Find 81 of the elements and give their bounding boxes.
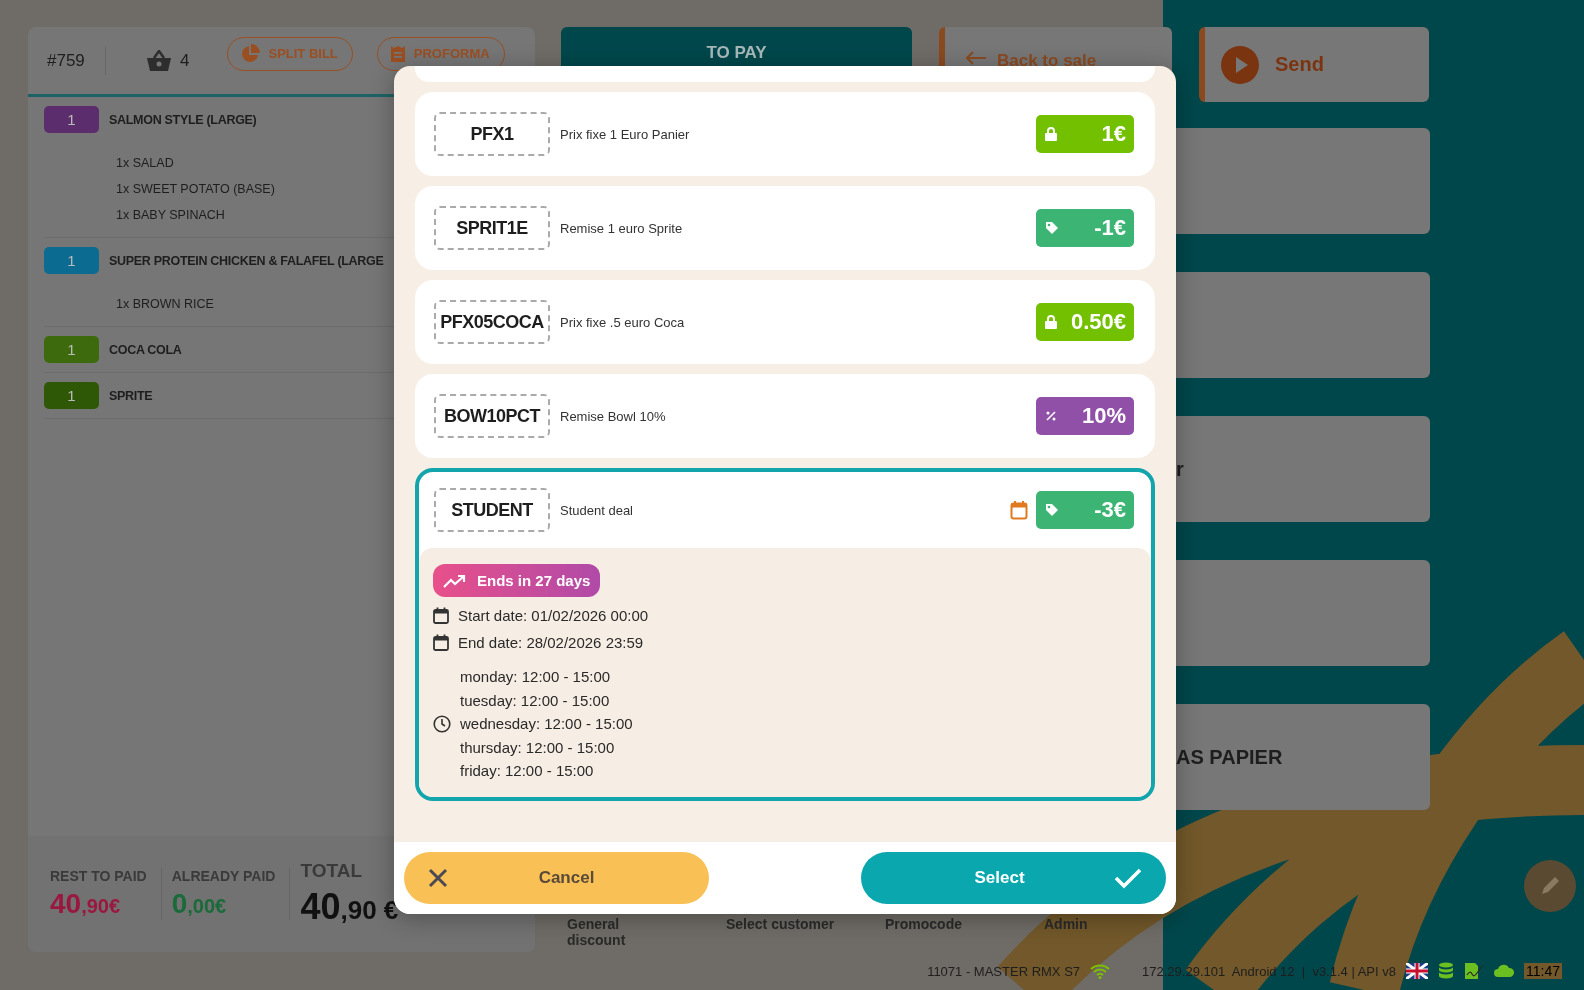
database-icon xyxy=(1438,962,1454,980)
check-icon xyxy=(1114,867,1142,889)
promo-code: BOW10PCT xyxy=(434,394,550,438)
quantity-badge: 1 xyxy=(44,106,99,133)
promo-code-card[interactable]: SPRIT1E Remise 1 euro Sprite -1€ xyxy=(415,186,1155,270)
wifi-icon xyxy=(1090,963,1111,979)
discount-value-badge: 0.50€ xyxy=(1036,303,1134,341)
item-count: 4 xyxy=(180,50,190,71)
lock-icon xyxy=(1045,127,1057,141)
expiry-badge: Ends in 27 days xyxy=(433,564,601,597)
opening-hours: wednesday: 12:00 - 15:00 xyxy=(460,714,633,734)
quantity-badge: 1 xyxy=(44,382,99,409)
discount-value-badge: 1€ xyxy=(1036,115,1134,153)
item-modifier: 1x SWEET POTATO (BASE) xyxy=(116,181,275,198)
quantity-badge: 1 xyxy=(44,336,99,363)
pencil-icon xyxy=(1539,875,1561,897)
cancel-button[interactable]: Cancel xyxy=(404,852,709,904)
trend-up-icon xyxy=(443,573,467,588)
send-button[interactable]: Send xyxy=(1199,27,1429,102)
tile-label: r xyxy=(1176,457,1184,481)
discount-value-badge: -3€ xyxy=(1036,491,1134,529)
signature-icon xyxy=(1464,962,1484,980)
tag-icon xyxy=(1045,221,1059,235)
percent-icon xyxy=(1045,410,1057,422)
discount-value-badge: 10% xyxy=(1036,397,1134,435)
basket-icon xyxy=(146,49,172,72)
opening-hours: monday: 12:00 - 15:00 xyxy=(460,667,612,687)
total-amount: 40,90€ xyxy=(50,888,122,920)
total-amount: 0,00€ xyxy=(171,888,228,920)
total-label: REST TO PAID xyxy=(50,868,147,884)
clock-time: 11:47 xyxy=(1524,963,1562,979)
item-modifier: 1x BABY SPINACH xyxy=(116,207,225,224)
promo-code-card[interactable]: PFX05COCA Prix fixe .5 euro Coca 0.50€ xyxy=(415,280,1155,364)
promo-description: Prix fixe .5 euro Coca xyxy=(560,314,686,330)
item-modifier: 1x BROWN RICE xyxy=(116,296,214,313)
edit-button[interactable] xyxy=(1524,860,1576,912)
pie-chart-icon xyxy=(240,43,261,64)
cloud-icon xyxy=(1494,964,1514,978)
opening-hours: friday: 12:00 - 15:00 xyxy=(460,761,595,781)
total-label: TOTAL xyxy=(300,860,363,882)
shortcut-label[interactable]: General discount xyxy=(567,916,637,948)
total-label: ALREADY PAID xyxy=(171,868,276,884)
promo-description: Remise 1 euro Sprite xyxy=(560,220,684,236)
promo-code: PFX05COCA xyxy=(434,300,550,344)
end-date: End date: 28/02/2026 23:59 xyxy=(458,634,644,651)
order-item-name[interactable]: COCA COLA xyxy=(109,342,182,357)
opening-hours: tuesday: 12:00 - 15:00 xyxy=(460,690,611,711)
shortcut-label[interactable]: Admin xyxy=(1044,916,1203,932)
promo-description: Remise Bowl 10% xyxy=(560,408,667,424)
promo-code: STUDENT xyxy=(434,488,550,532)
item-modifier: 1x SALAD xyxy=(116,155,174,172)
promo-code: PFX1 xyxy=(434,112,550,156)
opening-hours: thursday: 12:00 - 15:00 xyxy=(460,737,616,758)
lock-icon xyxy=(1045,315,1057,329)
promo-code-card[interactable]: PFX1 Prix fixe 1 Euro Panier 1€ xyxy=(415,92,1155,176)
quantity-badge: 1 xyxy=(44,247,99,274)
arrow-left-icon xyxy=(965,51,987,65)
order-item-name[interactable]: SALMON STYLE (LARGE) xyxy=(109,112,257,127)
receipt-icon xyxy=(389,44,406,63)
promo-description: Prix fixe 1 Euro Panier xyxy=(560,126,691,142)
total-amount: 40,90 € xyxy=(300,886,399,928)
flag-icon xyxy=(1406,963,1428,979)
order-item-name[interactable]: SUPER PROTEIN CHICKEN & FALAFEL (LARGE xyxy=(109,253,384,268)
order-number: #759 xyxy=(47,50,86,71)
tile-label: AS PAPIER xyxy=(1176,745,1283,769)
close-icon xyxy=(428,868,448,888)
discount-value-badge: -1€ xyxy=(1036,209,1134,247)
start-date: Start date: 01/02/2026 00:00 xyxy=(458,607,649,624)
calendar-icon xyxy=(433,634,449,651)
promo-code: SPRIT1E xyxy=(434,206,550,250)
shortcut-label[interactable]: Promocode xyxy=(885,916,1044,932)
clock-icon xyxy=(433,714,451,733)
calendar-icon xyxy=(433,607,449,624)
promo-code-card[interactable] xyxy=(415,468,1155,801)
select-button[interactable]: Select xyxy=(861,852,1166,904)
order-item-name[interactable]: SPRITE xyxy=(109,388,153,403)
play-icon xyxy=(1221,45,1259,84)
promo-code-card[interactable]: BOW10PCT Remise Bowl 10% 10% xyxy=(415,374,1155,458)
tag-icon xyxy=(1045,503,1059,517)
promo-description: Student deal xyxy=(560,502,634,518)
shortcut-label[interactable]: Select customer xyxy=(726,916,885,932)
